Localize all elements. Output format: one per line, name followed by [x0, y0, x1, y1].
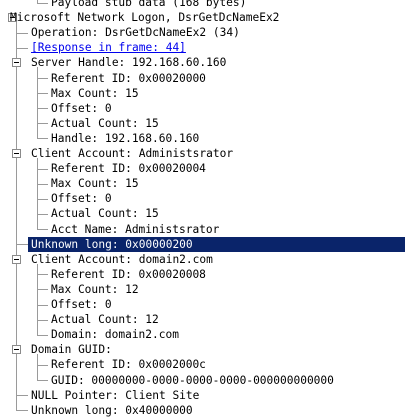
tree-row[interactable]: Payload stub data (168 bytes): [0, 0, 405, 10]
tree-row-label: Referent ID: 0x00020008: [51, 267, 206, 281]
tree-row-label: Unknown long: 0x40000000: [31, 403, 193, 417]
tree-row[interactable]: GUID: 00000000-0000-0000-0000-0000000000…: [0, 373, 405, 388]
response-frame-link[interactable]: [Response in frame: 44]: [31, 40, 186, 55]
tree-row[interactable]: Client Account: domain2.com: [0, 252, 405, 267]
tree-row-label: Domain GUID:: [31, 343, 112, 357]
tree-row[interactable]: Operation: DsrGetDcNameEx2 (34): [0, 25, 405, 40]
tree-row[interactable]: Server Handle: 192.168.60.160: [0, 55, 405, 70]
tree-row-label: GUID: 00000000-0000-0000-0000-0000000000…: [51, 373, 334, 387]
tree-row-label: Unknown long: 0x00000200: [31, 237, 193, 251]
tree-row[interactable]: Unknown long: 0x00000200: [28, 236, 405, 252]
tree-row[interactable]: Referent ID: 0x00020004: [0, 161, 405, 176]
tree-row[interactable]: Offset: 0: [0, 297, 405, 312]
tree-row-label: Max Count: 12: [51, 282, 139, 296]
tree-row[interactable]: Client Account: Administsrator: [0, 146, 405, 161]
tree-row-label: Referent ID: 0x0002000c: [51, 358, 206, 372]
collapse-icon[interactable]: [12, 58, 21, 68]
tree-row[interactable]: Actual Count: 12: [0, 312, 405, 327]
tree-row[interactable]: Max Count: 15: [0, 176, 405, 191]
tree-row[interactable]: Domain: domain2.com: [0, 327, 405, 342]
tree-row-label: Offset: 0: [51, 298, 112, 311]
tree-row[interactable]: Actual Count: 15: [0, 206, 405, 221]
tree-row-label: Actual Count: 15: [51, 116, 159, 130]
tree-connector-line: [16, 244, 28, 245]
tree-row-label: Actual Count: 15: [51, 207, 159, 221]
tree-row-label: NULL Pointer: Client Site: [31, 388, 200, 402]
tree-row-label: Max Count: 15: [51, 177, 139, 191]
tree-row-label: Referent ID: 0x00020000: [51, 71, 206, 85]
tree-row-label: Microsoft Network Logon, DsrGetDcNameEx2: [10, 11, 280, 25]
tree-row[interactable]: Offset: 0: [0, 101, 405, 116]
tree-row-label: Domain: domain2.com: [51, 328, 179, 342]
tree-row[interactable]: Referent ID: 0x00020000: [0, 71, 405, 86]
tree-row[interactable]: Unknown long: 0x40000000: [0, 403, 405, 418]
tree-row[interactable]: Microsoft Network Logon, DsrGetDcNameEx2: [0, 10, 405, 25]
tree-row-label: Referent ID: 0x00020004: [51, 162, 206, 176]
tree-row[interactable]: Max Count: 12: [0, 282, 405, 297]
packet-details-tree: Payload stub data (168 bytes) Microsoft N…: [0, 0, 405, 420]
tree-row-label: Server Handle: 192.168.60.160: [31, 56, 227, 70]
tree-row[interactable]: Referent ID: 0x0002000c: [0, 357, 405, 372]
tree-row-label: Actual Count: 12: [51, 313, 159, 327]
tree-row-label: Client Account: Administsrator: [31, 147, 234, 160]
tree-row[interactable]: Offset: 0: [0, 191, 405, 206]
tree-row[interactable]: Actual Count: 15: [0, 116, 405, 131]
tree-row-label: Payload stub data (168 bytes): [51, 0, 247, 9]
tree-row[interactable]: Handle: 192.168.60.160: [0, 131, 405, 146]
tree-row-label: Handle: 192.168.60.160: [51, 131, 200, 145]
tree-row[interactable]: Domain GUID:: [0, 342, 405, 357]
tree-row[interactable]: Referent ID: 0x00020008: [0, 267, 405, 282]
tree-row[interactable]: [Response in frame: 44]: [0, 40, 405, 55]
tree-row-label: Acct Name: Administsrator: [51, 222, 220, 236]
tree-row-label: Operation: DsrGetDcNameEx2 (34): [31, 26, 240, 40]
tree-row-label: Offset: 0: [51, 192, 112, 206]
tree-row-label: Offset: 0: [51, 101, 112, 115]
tree-row[interactable]: Acct Name: Administsrator: [0, 222, 405, 237]
collapse-icon[interactable]: [12, 345, 21, 355]
tree-row[interactable]: Max Count: 15: [0, 86, 405, 101]
collapse-icon[interactable]: [12, 254, 21, 264]
tree-row-label: Max Count: 15: [51, 86, 139, 100]
tree-row-label: Client Account: domain2.com: [31, 252, 213, 266]
tree-row[interactable]: NULL Pointer: Client Site: [0, 388, 405, 403]
collapse-icon[interactable]: [12, 149, 21, 158]
